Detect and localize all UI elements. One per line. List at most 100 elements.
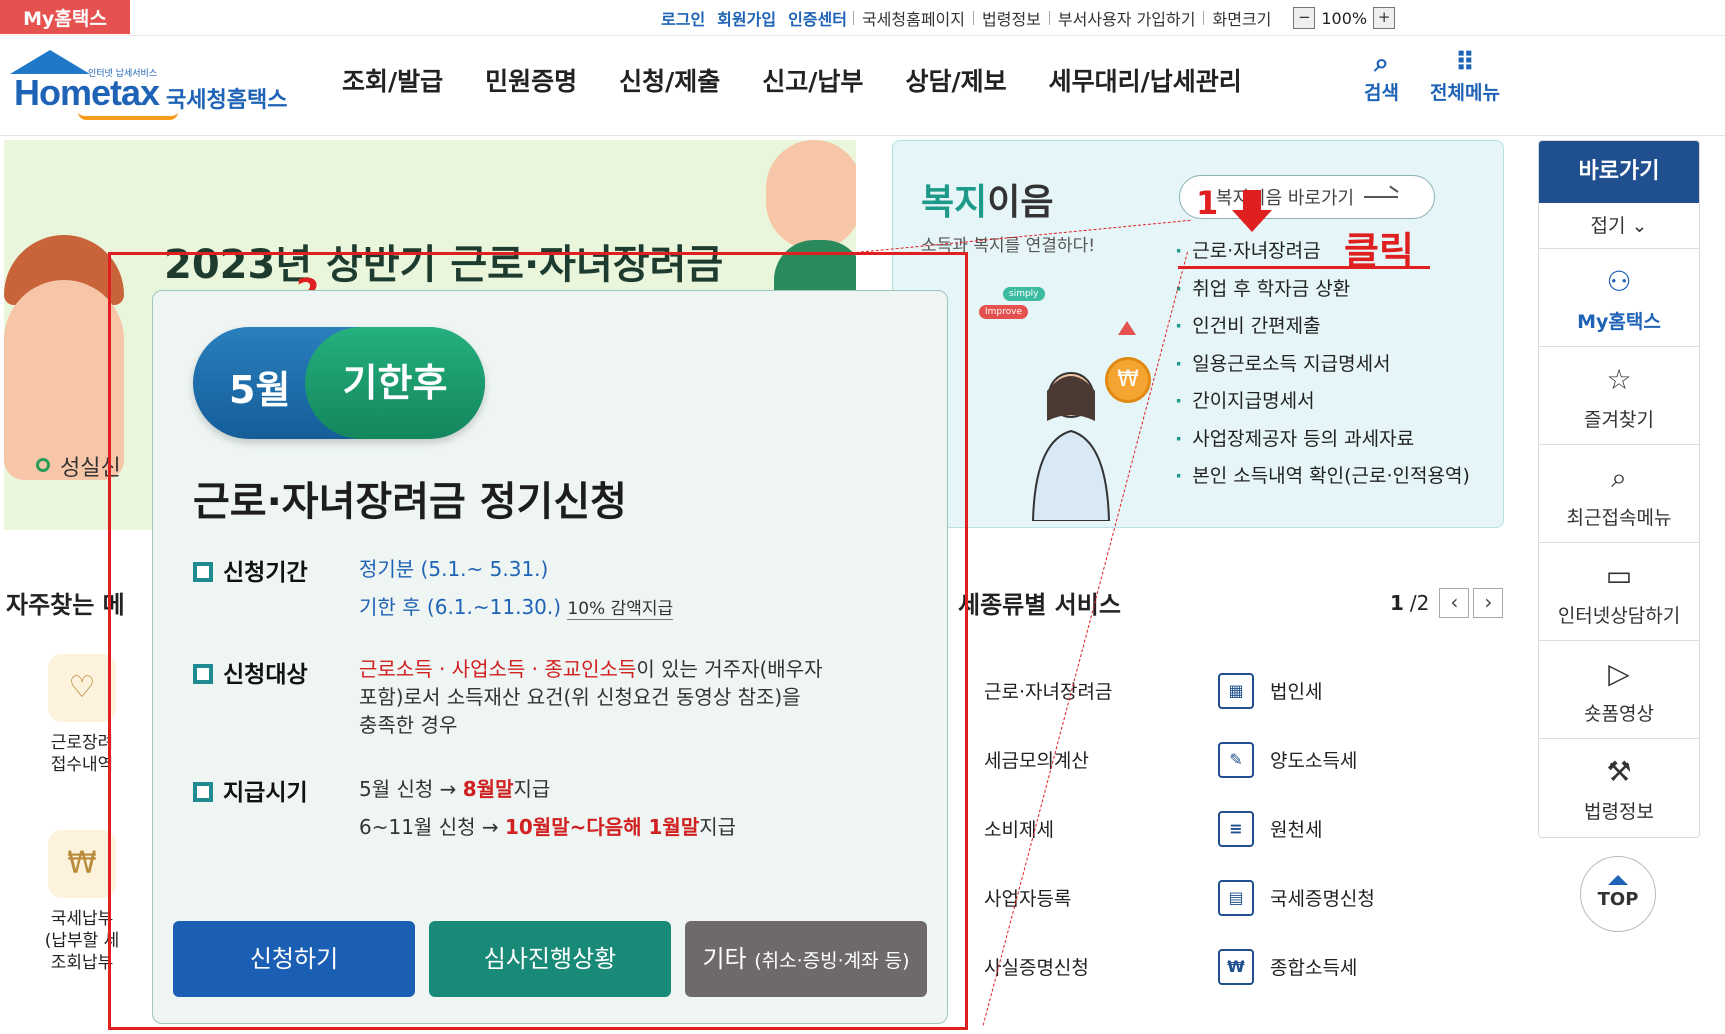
quick-label: My홈택스: [1577, 311, 1661, 333]
quick-label: 숏폼영상: [1584, 703, 1654, 725]
svc-withholding-tax[interactable]: ≡ 원천세: [1218, 794, 1375, 863]
quick-label: 법령정보: [1584, 801, 1654, 823]
welfare-item-earned-income-credit[interactable]: 근로·자녀장려금: [1175, 233, 1470, 271]
apply-button[interactable]: 신청하기: [173, 921, 415, 997]
row-heading: 지급시기: [193, 773, 308, 807]
salary-icon: ≡: [1218, 810, 1254, 847]
scroll-top-button[interactable]: TOP: [1580, 856, 1656, 932]
svc-transfer-income-tax[interactable]: ✎ 양도소득세: [1218, 725, 1375, 794]
coin-icon: ₩: [1105, 357, 1151, 403]
nav-inquiry-issue[interactable]: 조회/발급: [342, 62, 443, 98]
all-menu-button[interactable]: ⠿ 전체메뉴: [1430, 48, 1500, 105]
row-content: 근로소득 · 사업소득 · 종교인소득이 있는 거주자(배우자 포함)로서 소득…: [359, 657, 823, 737]
badge-simply: simply: [1003, 287, 1045, 301]
review-status-button[interactable]: 심사진행상황: [429, 921, 671, 997]
quick-label: 즐겨찾기: [1584, 409, 1654, 431]
login-link[interactable]: 로그인: [655, 6, 711, 30]
money-bag-icon: ₩: [1218, 948, 1254, 985]
page-total: /2: [1409, 591, 1430, 615]
quick-links-sidebar: 바로가기 접기 ⌄ ⚇ My홈택스 ☆ 즐겨찾기 ⌕ 최근접속메뉴 ▭ 인터넷상…: [1538, 140, 1700, 838]
welfare-item-student-loan[interactable]: 취업 후 학자금 상환: [1175, 271, 1470, 309]
next-page-button[interactable]: ›: [1473, 588, 1504, 618]
logo-swoosh-icon: [78, 112, 178, 120]
prev-page-button[interactable]: ‹: [1439, 588, 1470, 618]
quick-links-header: 바로가기: [1539, 141, 1699, 203]
quick-shortform-video[interactable]: ▷ 숏폼영상: [1539, 641, 1699, 739]
top-utility-bar: My홈택스 로그인 회원가입 인증센터 국세청홈페이지 법령정보 부서사용자 가…: [0, 0, 1725, 36]
zoom-out-button[interactable]: −: [1293, 7, 1316, 29]
document-icon: ▤: [1218, 879, 1254, 916]
star-icon: ☆: [1606, 363, 1632, 396]
house-roof-icon: [10, 50, 90, 74]
zoom-control: − 100% +: [1293, 7, 1396, 29]
nav-tax-agent[interactable]: 세무대리/납세관리: [1049, 62, 1242, 98]
welfare-item-simple-statement[interactable]: 간이지급명세서: [1175, 383, 1470, 421]
period-pill: 5월 기한후: [193, 327, 485, 439]
welfare-item-labor-cost[interactable]: 인건비 간편제출: [1175, 308, 1470, 346]
zoom-in-button[interactable]: +: [1373, 7, 1396, 29]
quick-label: 인터넷상담하기: [1557, 605, 1681, 627]
utility-links: 로그인 회원가입 인증센터 국세청홈페이지 법령정보 부서사용자 가입하기 화면…: [655, 4, 1396, 32]
etc-button[interactable]: 기타 (취소·증빙·계좌 등): [685, 921, 927, 997]
global-nav: 조회/발급 민원증명 신청/제출 신고/납부 상담/제보 세무대리/납세관리: [342, 62, 1284, 98]
checkbox-square-icon: [193, 782, 213, 802]
signup-link[interactable]: 회원가입: [711, 6, 782, 30]
chat-icon: ▭: [1605, 559, 1633, 592]
service-pager: 1 /2 ‹ ›: [1390, 588, 1504, 618]
earned-income-credit-popup: 5월 기한후 근로·자녀장려금 정기신청 신청기간 정기분 (5.1.~ 5.3…: [152, 290, 948, 1024]
recent-icon: ⌕: [1611, 461, 1627, 494]
page-current: 1: [1390, 591, 1404, 615]
welfare-item-workplace-provider[interactable]: 사업장제공자 등의 과세자료: [1175, 421, 1470, 459]
pill-month: 5월: [229, 368, 291, 412]
quick-fold-button[interactable]: 접기 ⌄: [1539, 203, 1699, 249]
law-info-link[interactable]: 법령정보: [974, 6, 1049, 30]
badge-improve: Improve: [979, 305, 1029, 319]
service-list-right: ▦ 법인세 ✎ 양도소득세 ≡ 원천세 ▤ 국세증명신청 ₩ 종합소득세: [1218, 656, 1375, 1001]
welfare-item-daily-worker[interactable]: 일용근로소득 지급명세서: [1175, 346, 1470, 384]
cert-center-link[interactable]: 인증센터: [782, 6, 853, 30]
nav-civil-certificate[interactable]: 민원증명: [485, 62, 577, 98]
svc-business-registration[interactable]: 사업자등록: [984, 863, 1112, 932]
quick-online-consult[interactable]: ▭ 인터넷상담하기: [1539, 543, 1699, 641]
search-button[interactable]: ⌕ 검색: [1364, 48, 1399, 105]
play-icon: ▷: [1608, 657, 1630, 690]
heart-hand-icon: ♡: [48, 654, 116, 722]
dept-user-signup-link[interactable]: 부서사용자 가입하기: [1050, 6, 1204, 30]
welfare-title: 복지이음: [921, 182, 1054, 223]
frequent-menu-title: 자주찾는 메: [6, 591, 125, 619]
nts-homepage-link[interactable]: 국세청홈페이지: [854, 6, 973, 30]
svc-tax-certificate[interactable]: ▤ 국세증명신청: [1218, 863, 1375, 932]
svc-earned-income-credit[interactable]: 근로·자녀장려금: [984, 656, 1112, 725]
welfare-list: 근로·자녀장려금 취업 후 학자금 상환 인건비 간편제출 일용근로소득 지급명…: [1175, 233, 1470, 496]
welfare-item-income-check[interactable]: 본인 소득내역 확인(근로·인적용역): [1175, 458, 1470, 496]
chevron-down-icon: ⌄: [1631, 215, 1648, 237]
svc-global-income-tax[interactable]: ₩ 종합소득세: [1218, 932, 1375, 1001]
svc-tax-simulation[interactable]: 세금모의계산: [984, 725, 1112, 794]
hometax-logo[interactable]: 인터넷 납세서비스 Hometax 국세청홈택스: [8, 46, 293, 126]
quick-favorites[interactable]: ☆ 즐겨찾기: [1539, 347, 1699, 445]
person-icon: ⚇: [1606, 265, 1632, 298]
quick-recent-menu[interactable]: ⌕ 최근접속메뉴: [1539, 445, 1699, 543]
my-hometax-tab[interactable]: My홈택스: [0, 0, 130, 34]
nav-application-submit[interactable]: 신청/제출: [619, 62, 720, 98]
svc-corporate-tax[interactable]: ▦ 법인세: [1218, 656, 1375, 725]
nav-report-payment[interactable]: 신고/납부: [762, 62, 863, 98]
step-number-1: 1: [1196, 184, 1219, 222]
pill-stage: 기한후: [305, 327, 485, 439]
svc-consumption-tax[interactable]: 소비제세: [984, 794, 1112, 863]
quick-law-info[interactable]: ⚒ 법령정보: [1539, 739, 1699, 837]
search-label: 검색: [1364, 82, 1399, 104]
illustration-boy: [766, 140, 856, 250]
checkbox-square-icon: [193, 562, 213, 582]
building-icon: ▦: [1218, 672, 1254, 709]
gavel-icon: ⚒: [1606, 755, 1632, 788]
quick-my-hometax[interactable]: ⚇ My홈택스: [1539, 249, 1699, 347]
checkbox-square-icon: [193, 664, 213, 684]
row-content: 정기분 (5.1.~ 5.31.) 기한 후 (6.1.~11.30.) 10%…: [359, 557, 674, 620]
popup-title: 근로·자녀장려금 정기신청: [193, 479, 627, 525]
svc-fact-certificate[interactable]: 사실증명신청: [984, 932, 1112, 1001]
money-bag-icon: ₩: [48, 830, 116, 898]
all-menu-label: 전체메뉴: [1430, 82, 1500, 104]
search-icon: ⌕: [1374, 48, 1389, 78]
nav-consult-report[interactable]: 상담/제보: [905, 62, 1006, 98]
